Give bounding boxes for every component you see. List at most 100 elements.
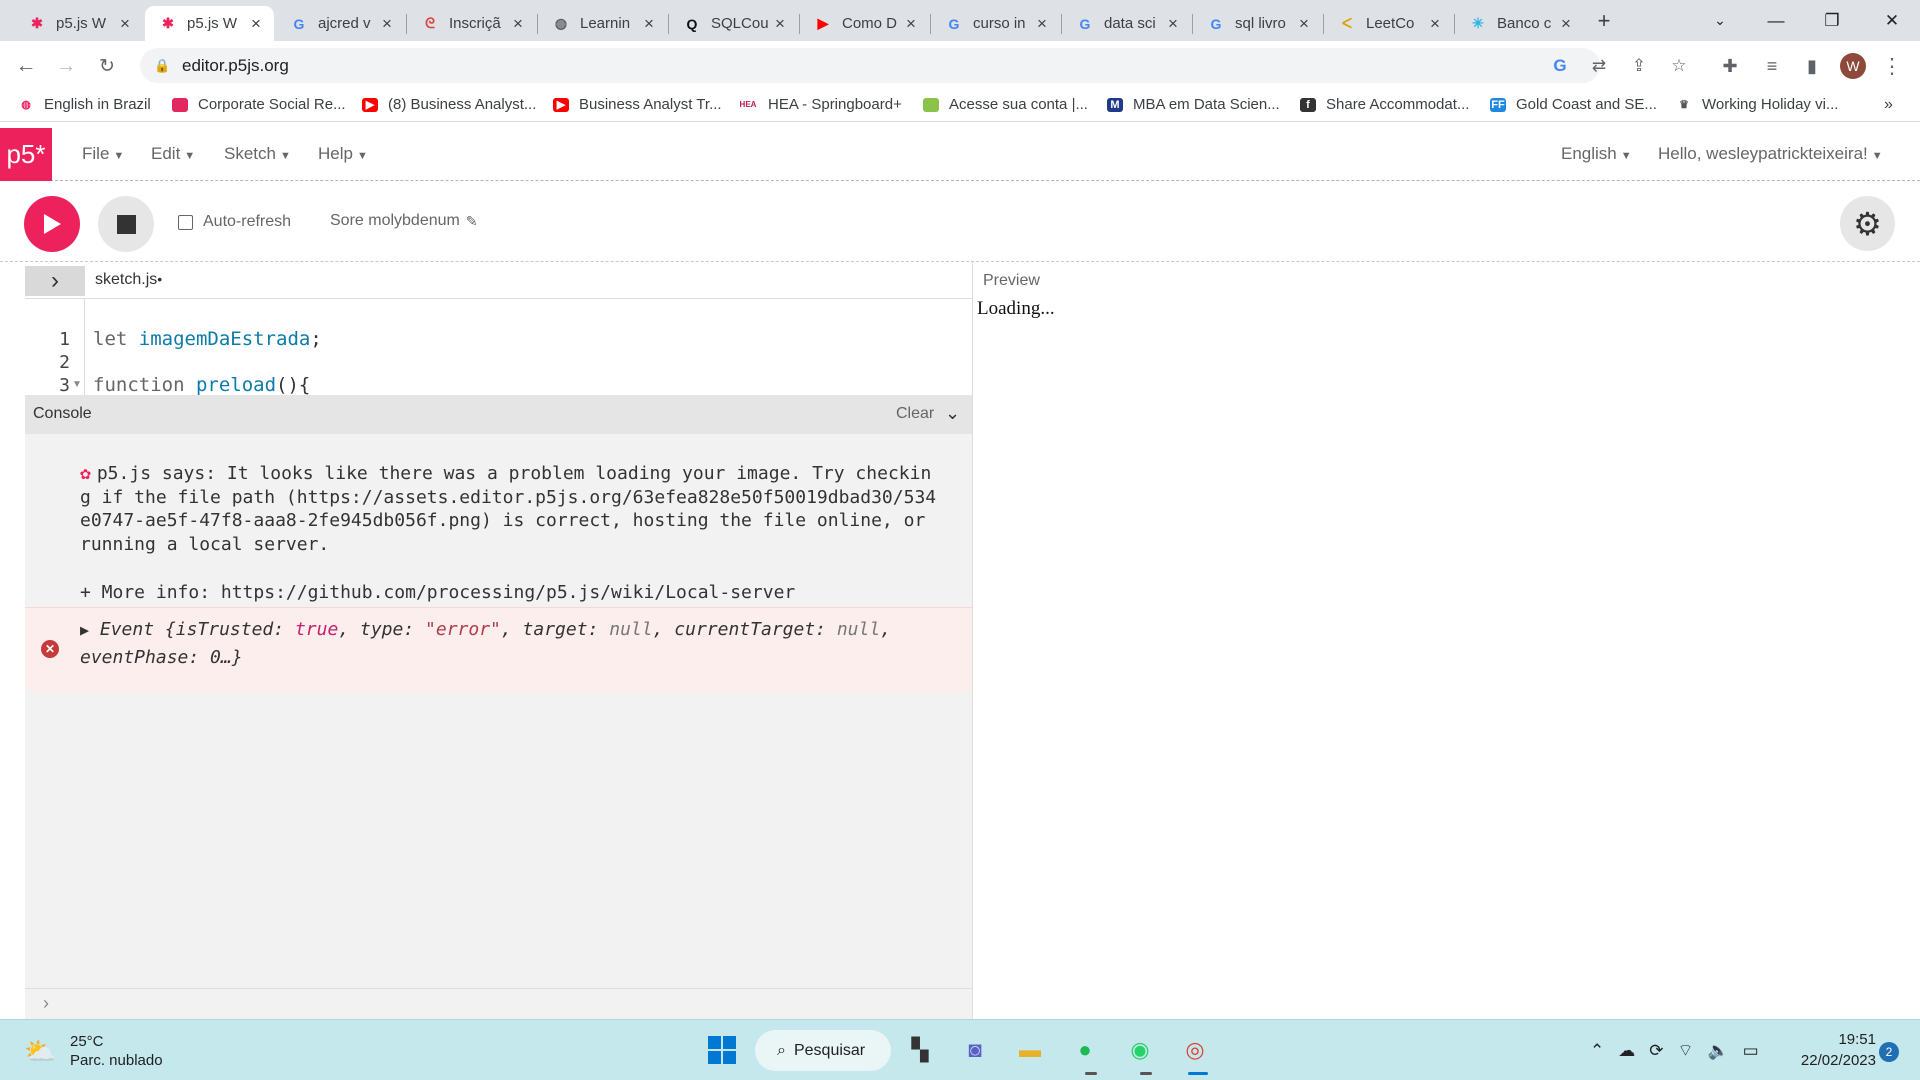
tab-close-icon[interactable]: × (1165, 14, 1181, 34)
browser-tab[interactable]: ✱ p5.js W × (145, 6, 274, 41)
tab-close-icon[interactable]: × (510, 14, 526, 34)
tab-close-icon[interactable]: × (1558, 14, 1574, 34)
maximize-button[interactable]: ❐ (1804, 0, 1860, 41)
extensions-icon[interactable]: ✚ (1714, 50, 1746, 82)
tab-close-icon[interactable]: × (248, 14, 264, 34)
tab-close-icon[interactable]: × (641, 14, 657, 34)
caret-down-icon: ▼ (356, 150, 368, 162)
google-icon: G (948, 15, 960, 32)
teams-chat-icon[interactable]: ◙ (958, 1033, 992, 1067)
console-clear-button[interactable]: Clear (896, 405, 934, 423)
collapse-chevron-icon[interactable]: ⌄ (945, 403, 960, 424)
bookmark-item[interactable]: FF Gold Coast and SE... (1490, 96, 1657, 113)
stop-button[interactable] (98, 196, 154, 252)
share-icon[interactable]: ⇪ (1629, 56, 1649, 76)
side-panel-icon[interactable]: ▮ (1796, 50, 1828, 82)
browser-tab[interactable]: Gajcred v × (276, 6, 405, 41)
unsaved-dot-icon: • (157, 271, 163, 287)
file-explorer-icon[interactable]: ▬ (1013, 1033, 1047, 1067)
tab-close-icon[interactable]: × (903, 14, 919, 34)
volume-icon[interactable]: 🔈 (1707, 1041, 1728, 1061)
forward-button[interactable]: → (50, 50, 82, 82)
auto-refresh-checkbox[interactable] (178, 214, 193, 230)
omnibox[interactable]: 🔒 editor.p5js.org G ⇄ ⇪ ☆ (140, 48, 1687, 83)
whatsapp-icon[interactable]: ◉ (1123, 1033, 1157, 1067)
browser-tab[interactable]: ▶ Como D × (800, 6, 929, 41)
bookmark-item[interactable]: M MBA em Data Scien... (1107, 96, 1280, 113)
bookmark-item[interactable]: ▶ (8) Business Analyst... (362, 96, 536, 113)
browser-tab[interactable]: ✳ Banco c × (1455, 6, 1584, 41)
taskbar-clock[interactable]: 19:51 22/02/2023 (1786, 1029, 1876, 1071)
wifi-icon[interactable]: ⌔ (1678, 1040, 1694, 1061)
tab-close-icon[interactable]: × (1427, 14, 1443, 34)
settings-gear-button[interactable]: ⚙ (1840, 196, 1895, 251)
sync-icon[interactable]: ⟳ (1649, 1041, 1663, 1061)
bookmark-item[interactable]: HEA HEA - Springboard+ (738, 96, 902, 113)
translate-icon[interactable]: ⇄ (1589, 56, 1609, 76)
reload-button[interactable]: ↻ (91, 50, 123, 82)
browser-tab[interactable]: ◍ Learnin × (538, 6, 667, 41)
kebab-menu-icon[interactable]: ⋮ (1876, 50, 1908, 82)
browser-tab[interactable]: ᘓ Inscriçã × (407, 6, 536, 41)
chevron-up-icon[interactable]: ⌃ (1590, 1041, 1604, 1061)
tab-title: Learnin (580, 15, 631, 32)
console-input[interactable]: › (25, 988, 972, 1019)
bookmark-item[interactable]: ♛ Working Holiday vi... (1676, 96, 1838, 113)
media-control-icon[interactable]: ≡ (1756, 50, 1788, 82)
taskbar-search[interactable]: ⌕ Pesquisar (755, 1030, 891, 1071)
notification-badge[interactable]: 2 (1879, 1042, 1899, 1062)
pane-divider[interactable] (972, 262, 973, 1019)
browser-tab[interactable]: ✱ p5.js W × (14, 6, 143, 41)
tab-close-icon[interactable]: × (117, 14, 133, 34)
menu-file[interactable]: File ▼ (82, 144, 124, 164)
fold-arrow-icon[interactable]: ▼ (72, 379, 82, 390)
browser-tab[interactable]: Gdata sci × (1062, 6, 1191, 41)
minimize-button[interactable]: — (1748, 0, 1804, 41)
tab-close-icon[interactable]: × (1034, 14, 1050, 34)
back-button[interactable]: ← (10, 50, 42, 82)
battery-icon[interactable]: ▭ (1743, 1041, 1759, 1061)
close-window-button[interactable]: ✕ (1864, 0, 1920, 41)
menu-sketch[interactable]: Sketch ▼ (224, 144, 291, 164)
auto-refresh-toggle[interactable]: Auto-refresh (178, 213, 291, 231)
tab-close-icon[interactable]: × (379, 14, 395, 34)
tab-search-chevron-icon[interactable]: ⌄ (1692, 0, 1748, 41)
spotify-icon[interactable]: ● (1068, 1033, 1102, 1067)
more-bookmarks-icon[interactable]: » (1884, 96, 1893, 114)
bookmark-item[interactable]: Acesse sua conta |... (923, 96, 1088, 113)
weather-widget[interactable]: ⛅ 25°C Parc. nublado (24, 1032, 163, 1070)
google-icon[interactable]: G (1550, 56, 1570, 76)
tab-close-icon[interactable]: × (1296, 14, 1312, 34)
bookmark-item[interactable]: ◍ English in Brazil (18, 96, 151, 113)
task-view-icon[interactable]: ▚ (903, 1033, 937, 1067)
chrome-icon[interactable]: ◎ (1178, 1033, 1212, 1067)
sidebar-expand-button[interactable]: › (25, 266, 85, 296)
bookmark-item[interactable]: Corporate Social Re... (172, 96, 346, 113)
expand-triangle-icon[interactable]: ▶ (80, 621, 89, 639)
language-menu[interactable]: English ▼ (1561, 144, 1632, 164)
play-button[interactable] (24, 196, 80, 252)
onedrive-cloud-icon[interactable]: ☁ (1618, 1041, 1635, 1061)
bookmark-item[interactable]: f Share Accommodat... (1300, 96, 1469, 113)
pencil-icon[interactable]: ✎ (466, 213, 478, 230)
ff-icon: FF (1490, 97, 1506, 112)
file-tab-sketch[interactable]: sketch.js• (95, 271, 162, 289)
user-menu[interactable]: Hello, wesleypatrickteixeira! ▼ (1658, 144, 1883, 164)
browser-tab[interactable]: Q SQLCou × (669, 6, 798, 41)
browser-tab[interactable]: Gsql livro × (1193, 6, 1322, 41)
windows-start-icon[interactable] (705, 1033, 739, 1067)
bookmark-item[interactable]: ▶ Business Analyst Tr... (553, 96, 722, 113)
code-editor[interactable]: 1 2 3 ▼ let imagemDaEstrada; function pr… (25, 298, 972, 395)
p5-logo[interactable]: p5* (0, 128, 52, 181)
browser-tab[interactable]: Gcurso in × (931, 6, 1060, 41)
tab-title: ajcred v (318, 15, 371, 32)
browser-tab[interactable]: ᐸ LeetCo × (1324, 6, 1453, 41)
project-name[interactable]: Sore molybdenum ✎ (330, 212, 478, 230)
profile-avatar[interactable]: W (1837, 50, 1869, 82)
bookmark-star-icon[interactable]: ☆ (1669, 56, 1689, 76)
tab-close-icon[interactable]: × (772, 14, 788, 34)
menu-edit[interactable]: Edit ▼ (151, 144, 195, 164)
new-tab-button[interactable]: + (1584, 0, 1624, 41)
error-event-text[interactable]: ▶ Event {isTrusted: true, type: "error",… (80, 616, 950, 671)
menu-help[interactable]: Help ▼ (318, 144, 368, 164)
